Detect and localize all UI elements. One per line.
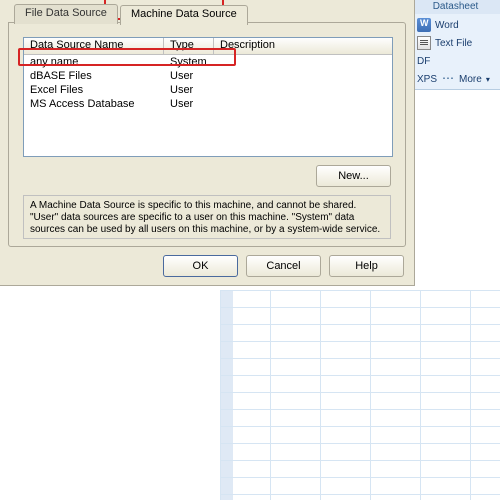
cancel-label: Cancel	[266, 260, 300, 272]
table-row[interactable]: Excel Files User	[24, 83, 392, 97]
ribbon-fragment: Datasheet Word Text File DF XPS ⋯ More ▾	[410, 0, 500, 90]
ribbon-xps-short: XPS	[417, 74, 437, 85]
more-icon: ⋯	[441, 72, 455, 86]
tab-file-label: File Data Source	[25, 7, 107, 19]
table-row[interactable]: MS Access Database User	[24, 97, 392, 111]
ok-label: OK	[193, 260, 209, 272]
textfile-icon	[417, 36, 431, 50]
ribbon-export-pdf[interactable]: DF	[413, 52, 498, 70]
tabstrip: File Data Source Machine Data Source	[0, 2, 414, 24]
col-header-desc[interactable]: Description	[214, 38, 392, 54]
list-body: any name System dBASE Files User Excel F…	[24, 55, 392, 111]
data-source-list[interactable]: Data Source Name Type Description any na…	[23, 37, 393, 157]
row-desc	[214, 55, 392, 69]
help-label: Help	[355, 260, 378, 272]
ribbon-export-xps[interactable]: XPS ⋯ More ▾	[413, 70, 498, 88]
new-button[interactable]: New...	[316, 165, 391, 187]
col-header-type[interactable]: Type	[164, 38, 214, 54]
row-type: System	[164, 55, 214, 69]
row-desc	[214, 69, 392, 83]
ribbon-word-label: Word	[435, 20, 459, 31]
help-button[interactable]: Help	[329, 255, 404, 277]
table-row[interactable]: any name System	[24, 55, 392, 69]
row-type: User	[164, 83, 214, 97]
ok-button[interactable]: OK	[163, 255, 238, 277]
spreadsheet-grid	[220, 290, 500, 500]
ribbon-group-title: Datasheet	[411, 0, 500, 14]
row-name: Excel Files	[24, 83, 164, 97]
row-desc	[214, 97, 392, 111]
select-data-source-dialog: File Data Source Machine Data Source Dat…	[0, 0, 415, 286]
cancel-button[interactable]: Cancel	[246, 255, 321, 277]
row-name: dBASE Files	[24, 69, 164, 83]
row-type: User	[164, 69, 214, 83]
table-row[interactable]: dBASE Files User	[24, 69, 392, 83]
row-name: MS Access Database	[24, 97, 164, 111]
tab-machine-label: Machine Data Source	[131, 8, 237, 20]
list-header-row: Data Source Name Type Description	[24, 38, 392, 55]
tab-page-machine: Data Source Name Type Description any na…	[8, 22, 406, 247]
row-name: any name	[24, 55, 164, 69]
explain-text: A Machine Data Source is specific to thi…	[23, 195, 391, 239]
ribbon-more-label: More	[459, 74, 482, 85]
ribbon-export-word[interactable]: Word	[413, 16, 498, 34]
tab-machine-data-source[interactable]: Machine Data Source	[120, 5, 248, 25]
chevron-down-icon: ▾	[486, 75, 490, 84]
row-type: User	[164, 97, 214, 111]
row-desc	[214, 83, 392, 97]
dialog-button-row: OK Cancel Help	[163, 255, 404, 277]
ribbon-textfile-label: Text File	[435, 38, 472, 49]
col-header-name[interactable]: Data Source Name	[24, 38, 164, 54]
new-button-label: New...	[338, 170, 369, 182]
tab-file-data-source[interactable]: File Data Source	[14, 4, 118, 24]
ribbon-export-textfile[interactable]: Text File	[413, 34, 498, 52]
word-icon	[417, 18, 431, 32]
ribbon-pdf-short: DF	[417, 56, 430, 67]
